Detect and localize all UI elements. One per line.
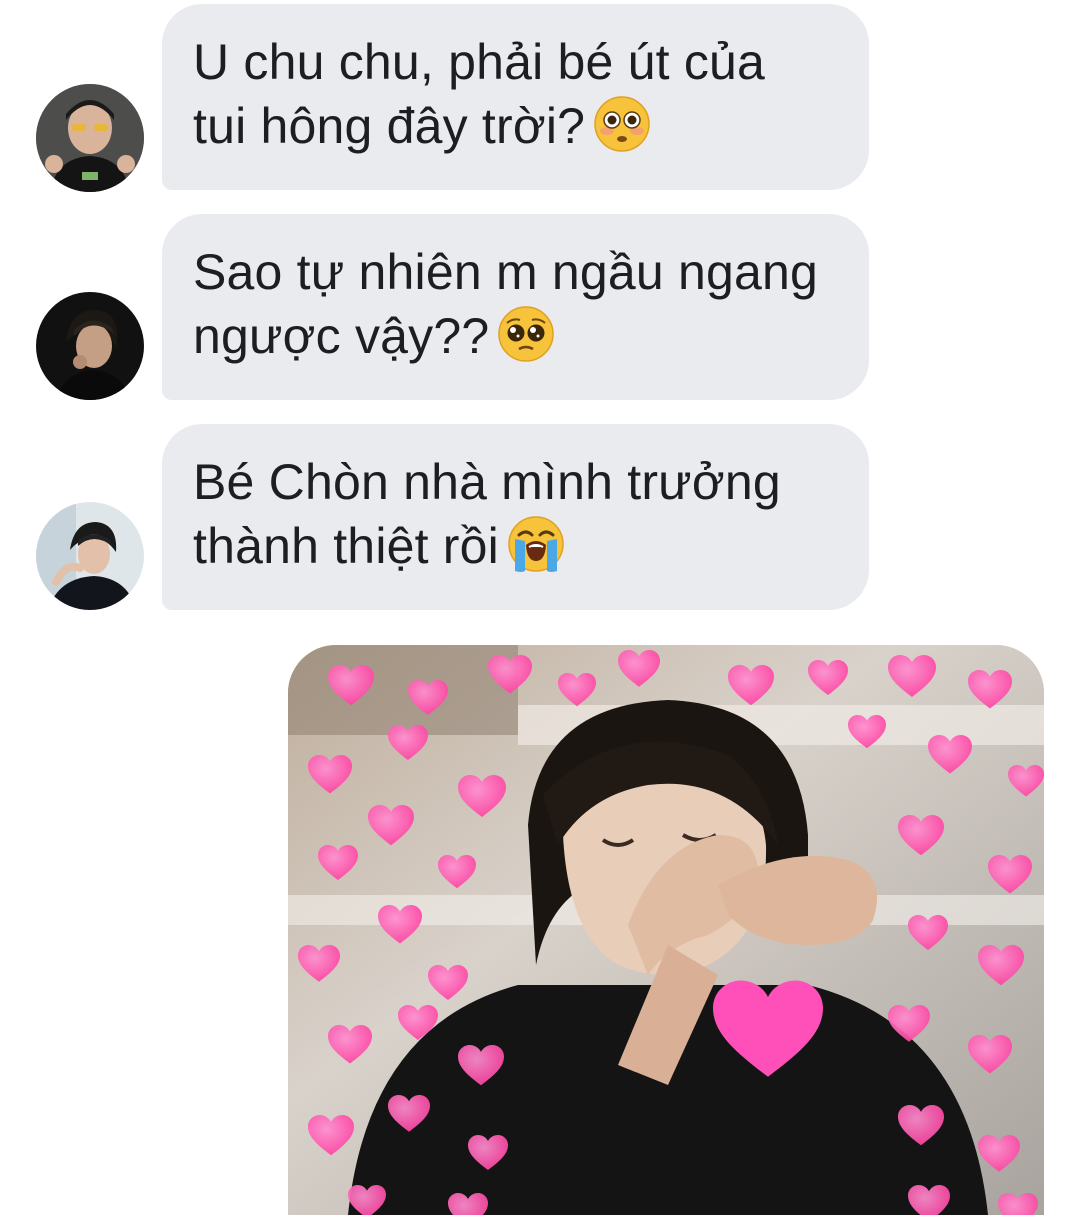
- pleading-face-emoji-icon: [497, 305, 555, 363]
- message-line: U chu chu, phải bé út của: [193, 34, 766, 90]
- contact-avatar-icon[interactable]: [36, 502, 144, 610]
- message-bubble[interactable]: Sao tự nhiên m ngầu ngang ngược vậy??: [162, 214, 869, 400]
- message-bubble[interactable]: Bé Chòn nhà mình trưởng thành thiệt rồi: [162, 424, 869, 610]
- sent-hearts-photo[interactable]: [288, 645, 1044, 1215]
- message-line: ngược vậy??: [193, 308, 490, 364]
- chat-thread: U chu chu, phải bé út của tui hông đây t…: [0, 0, 1080, 1215]
- message-bubble[interactable]: U chu chu, phải bé út của tui hông đây t…: [162, 4, 869, 190]
- message-line: Sao tự nhiên m ngầu ngang: [193, 244, 819, 300]
- contact-avatar-icon[interactable]: [36, 292, 144, 400]
- message-line: tui hông đây trời?: [193, 98, 586, 154]
- message-line: Bé Chòn nhà mình trưởng: [193, 454, 781, 510]
- flushed-face-emoji-icon: [593, 95, 651, 153]
- loudly-crying-face-emoji-icon: [507, 515, 565, 573]
- contact-avatar-icon[interactable]: [36, 84, 144, 192]
- message-line: thành thiệt rồi: [193, 518, 499, 574]
